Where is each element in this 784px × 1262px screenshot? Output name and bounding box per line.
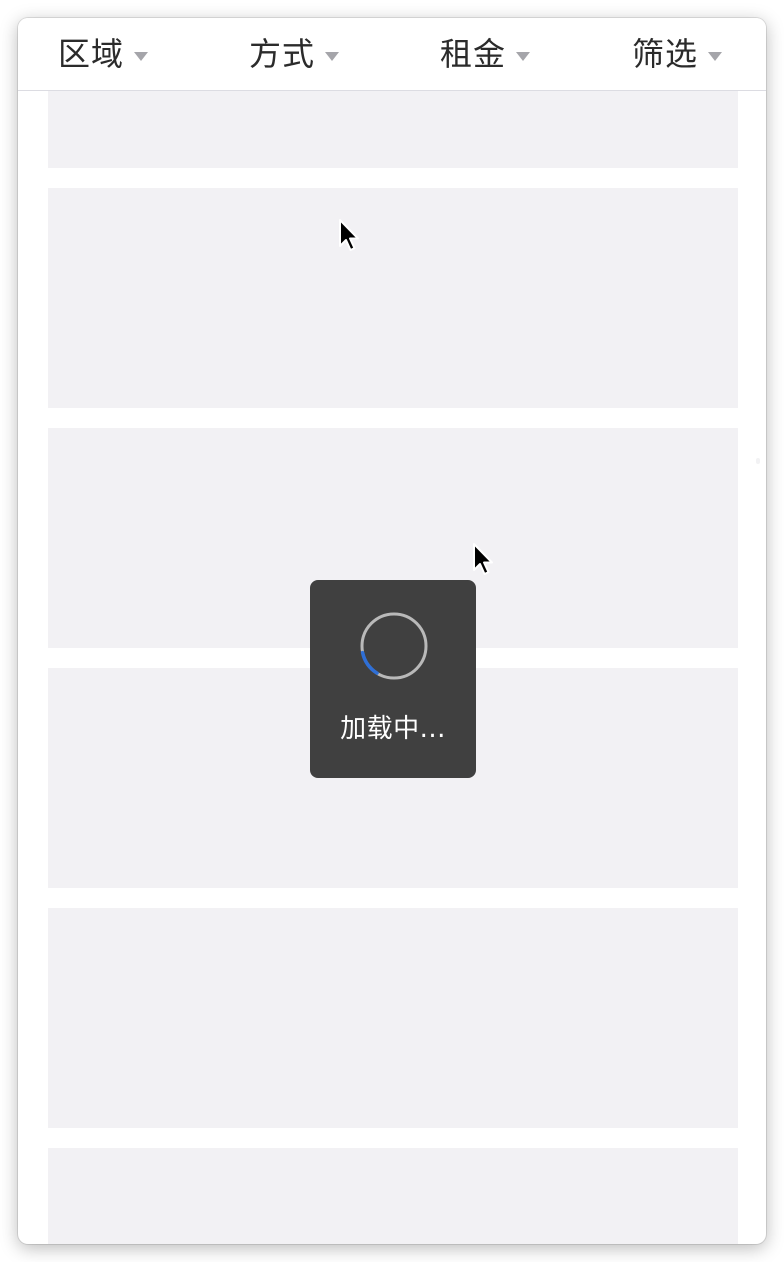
filter-rent-label: 租金 [440,35,507,73]
mouse-pointer-icon [339,219,359,251]
filter-region-dropdown[interactable]: 区域 [58,18,149,90]
caret-down-icon [516,51,531,61]
filter-rent-dropdown[interactable]: 租金 [440,18,531,90]
mouse-pointer-icon [473,543,493,575]
filter-type-dropdown[interactable]: 方式 [249,18,340,90]
listing-card-placeholder[interactable] [48,1148,738,1244]
filter-region-label: 区域 [58,35,125,73]
filter-more-dropdown[interactable]: 筛选 [632,18,723,90]
loading-text: 加载中... [340,714,446,744]
app-window: 区域 方式 租金 筛选 加载中... [18,18,766,1244]
loading-toast: 加载中... [310,580,476,778]
caret-down-icon [134,51,149,61]
filter-more-label: 筛选 [632,35,699,73]
caret-down-icon [325,51,340,61]
listing-card-placeholder[interactable] [48,188,738,408]
loading-spinner-icon [360,612,428,680]
caret-down-icon [708,51,723,61]
listing-card-placeholder[interactable] [48,908,738,1128]
filter-bar: 区域 方式 租金 筛选 [18,18,766,91]
filter-type-label: 方式 [249,35,316,73]
scrollbar-indicator[interactable] [756,458,760,464]
